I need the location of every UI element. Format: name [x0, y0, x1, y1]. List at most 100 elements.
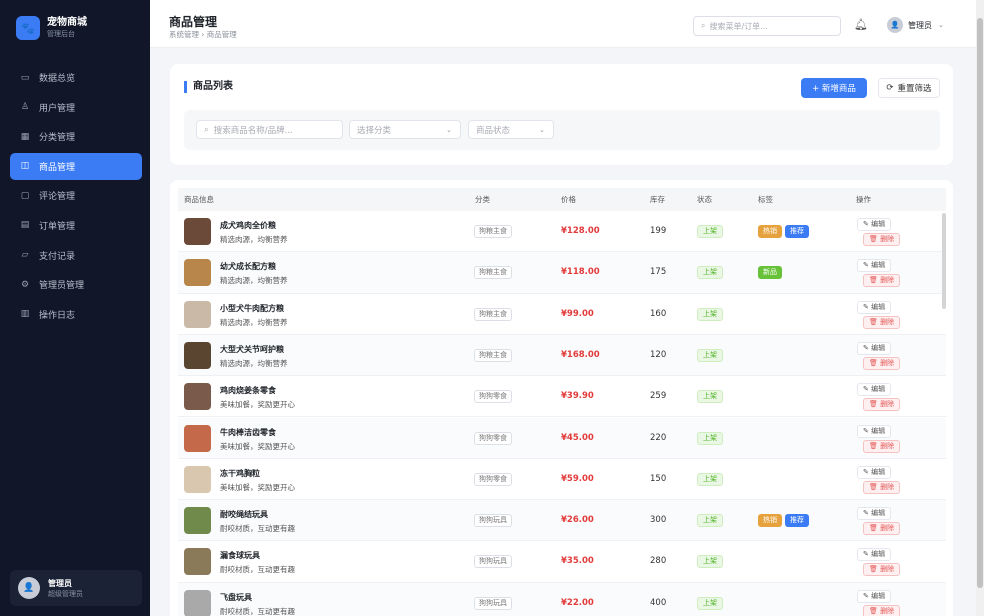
price: ¥168.00 — [561, 349, 600, 360]
category-tag: 狗狗玩具 — [474, 555, 512, 569]
product-name: 漏食球玩具 — [220, 551, 260, 561]
delete-label: 删除 — [880, 235, 895, 243]
edit-button[interactable]: ✎ 编辑 — [857, 300, 892, 314]
table-row[interactable]: 小型犬牛肉配方粮 精选肉源，均衡营养 狗粮主食 ¥99.00 160 上架 ✎ 编辑 🗑︎ 删… — [178, 294, 946, 335]
delete-button[interactable]: 🗑︎ 删除 — [863, 439, 901, 453]
product-image[interactable] — [184, 383, 211, 411]
reset-filter-button[interactable]: ⟳ 重置筛选 — [878, 78, 940, 98]
status-badge: 上架 — [697, 472, 723, 486]
delete-button[interactable]: 🗑︎ 删除 — [863, 356, 901, 370]
product-search-input[interactable]: ⌕ 搜索商品名称/品牌... — [196, 120, 343, 139]
category-select[interactable]: 选择分类 ⌄ — [349, 120, 461, 139]
product-image[interactable] — [184, 424, 211, 452]
edit-label: 编辑 — [871, 550, 886, 559]
category-placeholder: 选择分类 — [357, 125, 392, 136]
table-row[interactable]: 牛肉棒洁齿零食 美味加餐，奖励更开心 狗狗零食 ¥45.00 220 上架 ✎ 编辑 🗑︎ 删… — [178, 417, 946, 459]
add-product-button[interactable]: + 新增商品 — [801, 78, 867, 98]
breadcrumb[interactable]: 系统管理 › 商品管理 — [169, 29, 237, 40]
delete-button[interactable]: 🗑︎ 删除 — [863, 480, 901, 494]
product-image[interactable] — [184, 589, 211, 616]
header-search-input[interactable]: ⌕ 搜索菜单/订单... — [693, 16, 841, 36]
page-scrollbar[interactable] — [976, 0, 984, 616]
table-row[interactable]: 漏食球玩具 耐咬材质，互动更有趣 狗狗玩具 ¥35.00 280 上架 ✎ 编辑 🗑︎ 删除 — [178, 541, 946, 583]
edit-icon: ✎ — [863, 302, 872, 311]
category-tag: 狗粮主食 — [474, 225, 512, 238]
product-image[interactable] — [184, 507, 211, 535]
edit-button[interactable]: ✎ 编辑 — [857, 589, 892, 603]
delete-button[interactable]: 🗑︎ 删除 — [863, 522, 901, 536]
refresh-icon: ⟳ — [886, 83, 894, 93]
edit-button[interactable]: ✎ 编辑 — [857, 507, 892, 521]
sidebar-item-label: 支付记录 — [39, 251, 76, 262]
edit-label: 编辑 — [871, 426, 886, 435]
trash-icon: 🗑︎ — [869, 524, 881, 533]
edit-button[interactable]: ✎ 编辑 — [857, 465, 892, 479]
stock: 199 — [650, 226, 667, 236]
delete-button[interactable]: 🗑︎ 删除 — [863, 604, 901, 616]
product-desc: 精选肉源，均衡营养 — [220, 276, 288, 286]
table-row[interactable]: 大型犬关节呵护粮 精选肉源，均衡营养 狗粮主食 ¥168.00 120 上架 ✎ 编辑 🗑︎ … — [178, 334, 946, 377]
bell-icon[interactable]: 🔔︎ — [854, 18, 868, 31]
edit-button[interactable]: ✎ 编辑 — [857, 259, 892, 273]
status-select[interactable]: 商品状态 ⌄ — [468, 120, 554, 139]
price: ¥118.00 — [561, 267, 600, 278]
delete-button[interactable]: 🗑︎ 删除 — [863, 274, 901, 288]
status-badge: 上架 — [697, 596, 723, 610]
table-row[interactable]: 冻干鸡胸粒 美味加餐，奖励更开心 狗狗零食 ¥59.00 150 上架 ✎ 编辑 🗑︎ 删除 — [178, 459, 946, 501]
product-image[interactable] — [184, 548, 211, 576]
product-image[interactable] — [184, 341, 211, 369]
chevron-down-icon: ⌄ — [446, 125, 452, 134]
table-scrollbar[interactable] — [942, 213, 946, 309]
sidebar-item-0[interactable]: ▭ 数据总览 — [10, 64, 142, 91]
product-desc: 精选肉源，均衡营养 — [220, 317, 288, 327]
edit-button[interactable]: ✎ 编辑 — [857, 218, 892, 231]
edit-button[interactable]: ✎ 编辑 — [857, 424, 892, 438]
sidebar-user-card[interactable]: 👤 管理员 超级管理员 — [10, 570, 142, 606]
edit-button[interactable]: ✎ 编辑 — [857, 548, 892, 562]
table-row[interactable]: 耐咬绳结玩具 耐咬材质，互动更有趣 狗狗玩具 ¥26.00 300 上架 热销 推荐 ✎ 编辑 🗑… — [178, 500, 946, 542]
delete-button[interactable]: 🗑︎ 删除 — [863, 398, 901, 412]
user-icon: ♙ — [20, 102, 30, 113]
delete-button[interactable]: 🗑︎ 删除 — [863, 315, 901, 329]
product-image[interactable] — [184, 465, 211, 493]
header-user-menu[interactable]: 👤 管理员 ⌄ — [887, 17, 944, 33]
sidebar-item-1[interactable]: ♙ 用户管理 — [10, 94, 142, 121]
product-desc: 耐咬材质，互动更有趣 — [220, 606, 295, 616]
delete-button[interactable]: 🗑︎ 删除 — [863, 233, 901, 246]
filter-bar: ⌕ 搜索商品名称/品牌... 选择分类 ⌄ 商品状态 ⌄ — [184, 110, 940, 150]
product-image[interactable] — [184, 259, 211, 287]
table-row[interactable]: 幼犬成长配方粮 精选肉源，均衡营养 狗粮主食 ¥118.00 175 上架 新品 ✎ 编辑 🗑︎… — [178, 252, 946, 294]
brand[interactable]: 🐾 宠物商城 管理后台 — [16, 16, 87, 40]
sidebar-item-8[interactable]: ▥ 操作日志 — [10, 301, 142, 328]
header-user-name: 管理员 — [908, 20, 932, 30]
edit-button[interactable]: ✎ 编辑 — [857, 341, 892, 355]
stock: 150 — [650, 473, 667, 484]
sidebar-item-5[interactable]: ▤ 订单管理 — [10, 212, 142, 239]
category-tag: 狗狗零食 — [474, 472, 512, 486]
grid-icon: ▦ — [20, 131, 30, 142]
edit-icon: ✎ — [863, 426, 872, 435]
sidebar-item-6[interactable]: ▱ 支付记录 — [10, 242, 142, 269]
sidebar-menu: ▭ 数据总览 ♙ 用户管理 ▦ 分类管理 ◫ 商品管理 ▢ 评论管理 ▤ 订单管理 ▱ 支付记录 ⚙ 管理员管… — [10, 64, 142, 330]
trash-icon: 🗑︎ — [869, 317, 881, 326]
status-placeholder: 商品状态 — [476, 125, 511, 136]
table-row[interactable]: 成犬鸡肉全价粮 精选肉源，均衡营养 狗粮主食 ¥128.00 199 上架 热销 推荐 ✎ 编辑… — [178, 211, 946, 253]
sidebar-item-2[interactable]: ▦ 分类管理 — [10, 123, 142, 150]
price: ¥35.00 — [561, 556, 594, 567]
sidebar-item-3[interactable]: ◫ 商品管理 — [10, 152, 142, 180]
category-tag: 狗狗零食 — [474, 390, 512, 404]
price: ¥26.00 — [561, 515, 594, 526]
sidebar-item-4[interactable]: ▢ 评论管理 — [10, 182, 142, 209]
delete-button[interactable]: 🗑︎ 删除 — [863, 563, 901, 577]
scrollbar-thumb[interactable] — [977, 18, 983, 588]
product-image[interactable] — [184, 218, 211, 245]
edit-button[interactable]: ✎ 编辑 — [857, 383, 892, 397]
product-image[interactable] — [184, 300, 211, 328]
table-row[interactable]: 鸡肉烧姜条零食 美味加餐，奖励更开心 狗狗零食 ¥39.90 259 上架 ✎ 编辑 🗑︎ 删… — [178, 376, 946, 418]
sidebar-item-label: 操作日志 — [39, 310, 76, 321]
sidebar-item-label: 评论管理 — [39, 192, 76, 203]
user-role: 超级管理员 — [48, 589, 83, 598]
delete-label: 删除 — [880, 317, 895, 326]
table-row[interactable]: 飞盘玩具 耐咬材质，互动更有趣 狗狗玩具 ¥22.00 400 上架 ✎ 编辑 🗑︎ 删除 — [178, 582, 946, 616]
sidebar-item-7[interactable]: ⚙ 管理员管理 — [10, 271, 142, 298]
